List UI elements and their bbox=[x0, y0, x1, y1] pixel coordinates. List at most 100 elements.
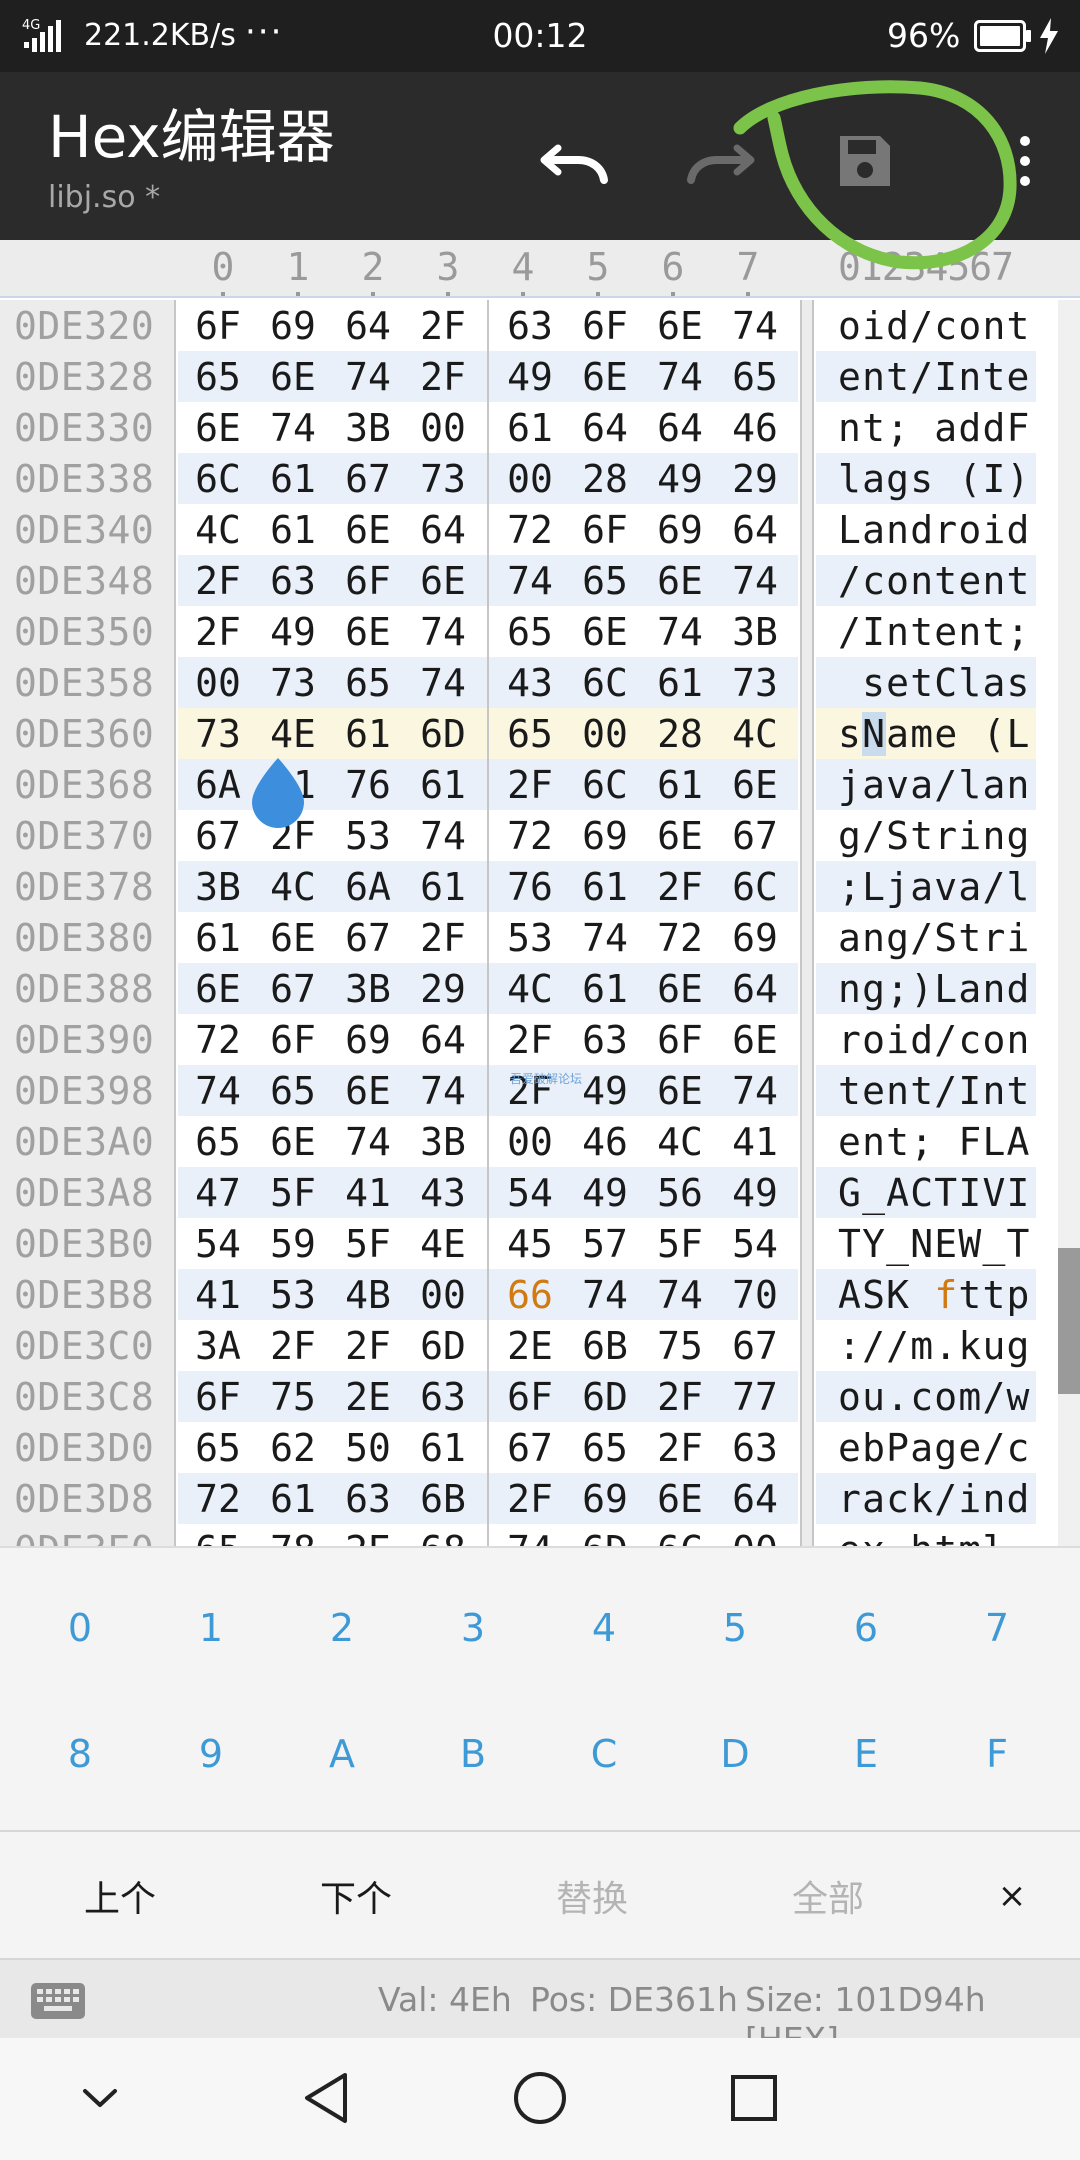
hex-byte[interactable]: 6F bbox=[500, 1375, 560, 1419]
hex-byte[interactable]: 65 bbox=[725, 355, 785, 399]
ascii-text[interactable]: ent; FLA bbox=[838, 1120, 1031, 1164]
hex-byte[interactable]: 6E bbox=[338, 508, 398, 552]
ascii-text[interactable]: ASK fttp bbox=[838, 1273, 1031, 1317]
home-button[interactable] bbox=[500, 2058, 580, 2138]
hex-byte[interactable]: 2F bbox=[650, 1375, 710, 1419]
hex-byte[interactable]: 41 bbox=[725, 1120, 785, 1164]
hex-byte[interactable]: 4C bbox=[500, 967, 560, 1011]
ascii-text[interactable]: ent/Inte bbox=[838, 355, 1031, 399]
hex-byte[interactable]: 6F bbox=[575, 508, 635, 552]
hex-byte[interactable]: 49 bbox=[500, 355, 560, 399]
hex-byte[interactable]: 67 bbox=[725, 1324, 785, 1368]
key-1[interactable]: 1 bbox=[146, 1568, 276, 1688]
hex-byte[interactable]: 6E bbox=[188, 967, 248, 1011]
hex-byte[interactable]: 74 bbox=[725, 559, 785, 603]
hex-byte[interactable]: 6E bbox=[338, 1069, 398, 1113]
hex-byte[interactable]: 73 bbox=[263, 661, 323, 705]
hex-byte[interactable]: 6E bbox=[650, 559, 710, 603]
hex-byte[interactable]: 65 bbox=[338, 661, 398, 705]
hex-byte[interactable]: 74 bbox=[575, 1273, 635, 1317]
hex-byte[interactable]: 61 bbox=[263, 508, 323, 552]
ascii-text[interactable]: Landroid bbox=[838, 508, 1031, 552]
hex-byte[interactable]: 61 bbox=[413, 763, 473, 807]
hex-byte[interactable]: 6C bbox=[575, 763, 635, 807]
hex-row[interactable]: 0DE388 6E 67 3B 29 4C 61 6E 64 ng;)Land bbox=[0, 963, 1058, 1014]
hex-byte[interactable]: 6B bbox=[575, 1324, 635, 1368]
hex-byte[interactable]: 4C bbox=[263, 865, 323, 909]
hex-byte[interactable]: 74 bbox=[413, 1069, 473, 1113]
ascii-text[interactable]: ://m.kug bbox=[838, 1324, 1031, 1368]
hex-byte[interactable]: 6E bbox=[650, 814, 710, 858]
hex-row[interactable]: 0DE370 67 2F 53 74 72 69 6E 67 g/String bbox=[0, 810, 1058, 861]
hex-byte[interactable]: 61 bbox=[650, 763, 710, 807]
hex-byte[interactable]: 28 bbox=[575, 457, 635, 501]
hex-byte[interactable]: 64 bbox=[725, 967, 785, 1011]
hex-byte[interactable]: 6F bbox=[263, 1018, 323, 1062]
hex-byte[interactable]: 61 bbox=[413, 865, 473, 909]
collapse-button[interactable] bbox=[60, 2058, 140, 2138]
hex-byte[interactable]: 67 bbox=[500, 1426, 560, 1470]
hex-byte[interactable]: 75 bbox=[650, 1324, 710, 1368]
hex-byte[interactable]: 61 bbox=[575, 865, 635, 909]
hex-byte[interactable]: 6C bbox=[725, 865, 785, 909]
hex-byte[interactable]: 61 bbox=[263, 457, 323, 501]
hex-byte[interactable]: 29 bbox=[725, 457, 785, 501]
hex-byte[interactable]: 63 bbox=[338, 1477, 398, 1521]
hex-byte[interactable]: 74 bbox=[725, 304, 785, 348]
ascii-text[interactable]: ou.com/w bbox=[838, 1375, 1031, 1419]
undo-button[interactable] bbox=[530, 116, 620, 206]
hex-row[interactable]: 0DE350 2F 49 6E 74 65 6E 74 3B/Intent; bbox=[0, 606, 1058, 657]
hex-row[interactable]: 0DE380 61 6E 67 2F 53 74 72 69 ang/Stri bbox=[0, 912, 1058, 963]
hex-byte[interactable]: 2E bbox=[338, 1528, 398, 1546]
hex-byte[interactable]: 3B bbox=[413, 1120, 473, 1164]
redo-button[interactable] bbox=[675, 116, 765, 206]
hex-byte[interactable]: 64 bbox=[725, 1477, 785, 1521]
hex-byte[interactable]: 74 bbox=[500, 1528, 560, 1546]
hex-byte[interactable]: 67 bbox=[338, 916, 398, 960]
keyboard-icon[interactable] bbox=[30, 1982, 86, 2020]
hex-byte[interactable]: 74 bbox=[413, 814, 473, 858]
hex-row[interactable]: 0DE390 72 6F 69 64 2F 63 6F 6E roid/con bbox=[0, 1014, 1058, 1065]
hex-byte[interactable]: 73 bbox=[413, 457, 473, 501]
ascii-text[interactable]: lags (I) bbox=[838, 457, 1031, 501]
key-d[interactable]: D bbox=[670, 1694, 800, 1814]
hex-byte[interactable]: 6E bbox=[263, 355, 323, 399]
hex-byte[interactable]: 65 bbox=[575, 1426, 635, 1470]
hex-byte[interactable]: 00 bbox=[500, 1120, 560, 1164]
hex-byte[interactable]: 2E bbox=[338, 1375, 398, 1419]
hex-byte[interactable]: 74 bbox=[575, 916, 635, 960]
ascii-text[interactable]: rack/ind bbox=[838, 1477, 1031, 1521]
hex-byte[interactable]: 00 bbox=[413, 1273, 473, 1317]
hex-byte[interactable]: 00 bbox=[725, 1528, 785, 1546]
hex-byte[interactable]: 47 bbox=[188, 1171, 248, 1215]
hex-byte[interactable]: 41 bbox=[338, 1171, 398, 1215]
key-7[interactable]: 7 bbox=[932, 1568, 1062, 1688]
key-6[interactable]: 6 bbox=[801, 1568, 931, 1688]
text-cursor-handle-icon[interactable] bbox=[250, 758, 306, 830]
hex-byte[interactable]: 2F bbox=[413, 355, 473, 399]
ascii-text[interactable]: /content bbox=[838, 559, 1031, 603]
hex-byte[interactable]: 00 bbox=[500, 457, 560, 501]
hex-byte[interactable]: 65 bbox=[188, 1528, 248, 1546]
hex-byte[interactable]: 74 bbox=[413, 610, 473, 654]
ascii-text[interactable]: tent/Int bbox=[838, 1069, 1031, 1113]
hex-byte[interactable]: 70 bbox=[725, 1273, 785, 1317]
hex-byte[interactable]: 61 bbox=[500, 406, 560, 450]
hex-byte[interactable]: 6F bbox=[575, 304, 635, 348]
hex-row[interactable]: 0DE3E0 65 78 2E 68 74 6D 6C 00 ex.html bbox=[0, 1524, 1058, 1546]
hex-byte[interactable]: 28 bbox=[650, 712, 710, 756]
hex-byte[interactable]: 69 bbox=[575, 1477, 635, 1521]
hex-byte[interactable]: 45 bbox=[500, 1222, 560, 1266]
hex-byte[interactable]: 49 bbox=[725, 1171, 785, 1215]
hex-row[interactable]: 0DE3B0 54 59 5F 4E 45 57 5F 54 TY_NEW_T bbox=[0, 1218, 1058, 1269]
hex-byte[interactable]: 4C bbox=[188, 508, 248, 552]
hex-grid[interactable]: 0DE320 6F 69 64 2F 63 6F 6E 74 oid/cont 0DE328 65 6E… bbox=[0, 300, 1080, 1546]
hex-byte[interactable]: 74 bbox=[650, 610, 710, 654]
hex-byte[interactable]: 4E bbox=[263, 712, 323, 756]
hex-byte[interactable]: 2E bbox=[500, 1324, 560, 1368]
hex-byte[interactable]: 4E bbox=[413, 1222, 473, 1266]
hex-byte[interactable]: 2F bbox=[263, 1324, 323, 1368]
hex-byte[interactable]: 2F bbox=[188, 610, 248, 654]
hex-byte[interactable]: 65 bbox=[575, 559, 635, 603]
hex-byte[interactable]: 6A bbox=[188, 763, 248, 807]
